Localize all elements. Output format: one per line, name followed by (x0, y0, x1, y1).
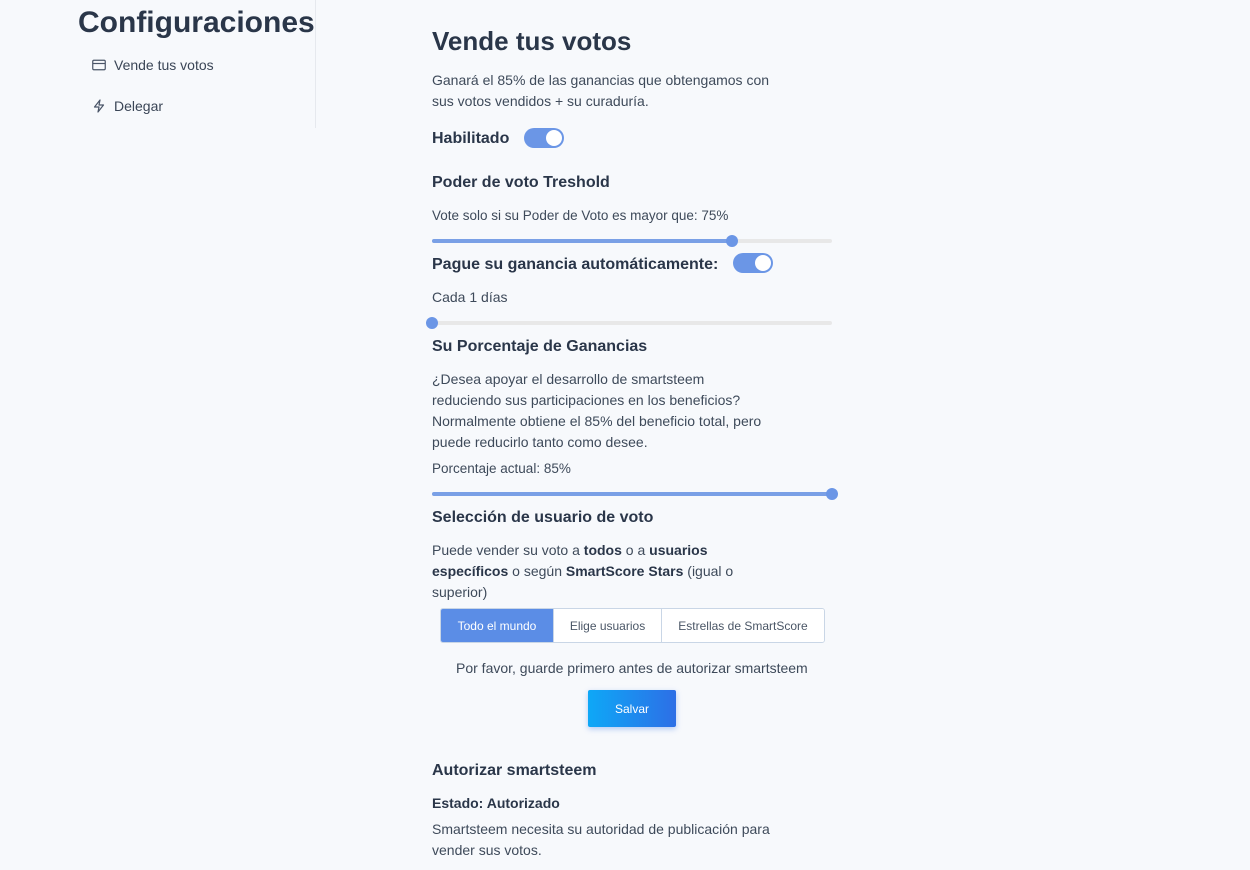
sidebar: Configuraciones Vende tus votos Delegar (0, 0, 316, 128)
threshold-slider[interactable] (432, 235, 832, 247)
selection-line: Puede vender su voto a todos o a usuario… (432, 540, 832, 561)
text-part: o según (508, 563, 566, 579)
option-everyone-button[interactable]: Todo el mundo (441, 609, 553, 642)
toggle-knob (755, 255, 771, 271)
selection-text: Puede vender su voto a todos o a usuario… (432, 540, 832, 603)
authorize-status: Estado: Autorizado (432, 795, 560, 811)
autopay-text: Cada 1 días (432, 289, 508, 305)
authorize-text: Smartsteem necesita su autoridad de publ… (432, 819, 832, 861)
sidebar-item-label: Delegar (114, 98, 164, 114)
threshold-text: Vote solo si su Poder de Voto es mayor q… (432, 208, 729, 223)
selection-line: superior) (432, 584, 488, 600)
threshold-heading: Poder de voto Treshold (432, 174, 610, 191)
current-percentage: Porcentaje actual: 85% (432, 461, 571, 476)
intro-line: Ganará el 85% de las ganancias que obten… (432, 72, 770, 88)
slider-fill (432, 239, 732, 243)
enabled-toggle[interactable] (524, 128, 564, 148)
slider-thumb[interactable] (426, 317, 438, 329)
text-part: (igual o (683, 563, 734, 579)
autopay-days-slider[interactable] (426, 317, 832, 329)
credit-card-icon (92, 59, 106, 71)
text-bold: específicos (432, 563, 509, 579)
percentage-line: reduciendo sus participaciones en los be… (432, 392, 741, 408)
percentage-heading: Su Porcentaje de Ganancias (432, 338, 648, 355)
percentage-slider[interactable] (432, 488, 838, 500)
sidebar-item-label: Vende tus votos (114, 57, 214, 73)
authorize-heading: Autorizar smartsteem (432, 762, 597, 779)
autopay-label: Pague su ganancia automáticamente: (432, 256, 719, 273)
save-button[interactable]: Salvar (588, 690, 676, 727)
authorize-line: vender sus votos. (432, 842, 542, 858)
toggle-knob (546, 130, 562, 146)
sidebar-item-delegar[interactable]: Delegar (92, 98, 163, 114)
slider-thumb[interactable] (726, 235, 738, 247)
percentage-line: Normalmente obtiene el 85% del beneficio… (432, 413, 762, 429)
text-part: o a (621, 542, 650, 558)
selection-line: específicos o según SmartScore Stars (ig… (432, 561, 832, 582)
autopay-toggle[interactable] (733, 253, 773, 273)
text-bold: todos (583, 542, 622, 558)
user-selection-tabs: Todo el mundo Elige usuarios Estrellas d… (440, 608, 825, 643)
lightning-icon (92, 99, 106, 113)
sidebar-title: Configuraciones (78, 6, 315, 39)
authorize-line: Smartsteem necesita su autoridad de publ… (432, 821, 770, 837)
selection-heading: Selección de usuario de voto (432, 509, 654, 526)
percentage-text: ¿Desea apoyar el desarrollo de smartstee… (432, 369, 842, 453)
text-part: Puede vender su voto a (432, 542, 584, 558)
percentage-line: puede reducirlo tanto como desee. (432, 434, 648, 450)
text-bold: SmartScore Stars (565, 563, 684, 579)
enabled-label: Habilitado (432, 130, 510, 147)
intro-line: sus votos vendidos + su curaduría. (432, 93, 649, 109)
save-note: Por favor, guarde primero antes de autor… (456, 660, 808, 676)
page-title: Vende tus votos (432, 26, 632, 56)
percentage-line: ¿Desea apoyar el desarrollo de smartstee… (432, 371, 705, 387)
slider-thumb[interactable] (826, 488, 838, 500)
slider-fill (432, 492, 832, 496)
intro-text: Ganará el 85% de las ganancias que obten… (432, 70, 832, 112)
option-choose-users-button[interactable]: Elige usuarios (553, 609, 661, 642)
text-bold: usuarios (649, 542, 708, 558)
option-smartscore-stars-button[interactable]: Estrellas de SmartScore (661, 609, 824, 642)
sidebar-item-vende-tus-votos[interactable]: Vende tus votos (92, 57, 214, 73)
